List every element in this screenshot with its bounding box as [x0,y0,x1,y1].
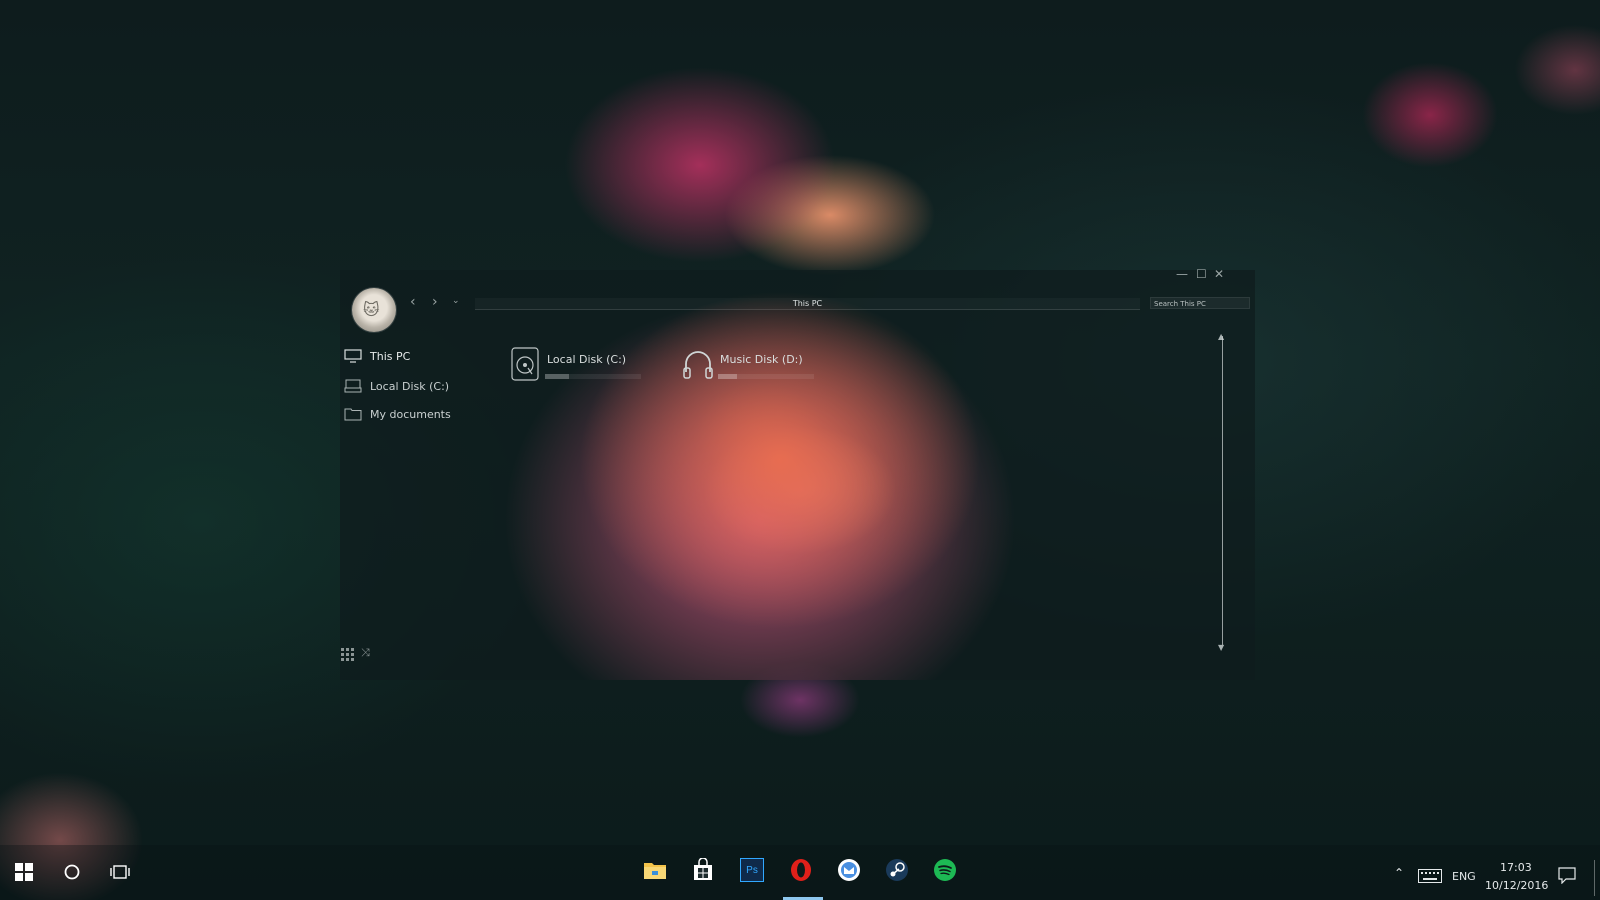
spotify-icon [934,859,956,881]
sidebar-item-label: This PC [370,349,411,363]
sidebar-item-label: Local Disk (C:) [370,379,450,393]
taskbar-steam[interactable] [879,852,915,888]
folder-icon [344,407,362,421]
taskbar-file-explorer[interactable] [637,852,673,888]
keyboard-icon [1418,869,1442,883]
search-input[interactable]: Search This PC [1150,297,1250,309]
drive-usage-bar [545,374,641,379]
cortana-circle-icon [64,864,80,880]
drive-label: Local Disk (C:) [547,353,627,366]
sidebar-item-local-disk[interactable]: Local Disk (C:) [344,376,449,396]
recent-locations-chevron-icon[interactable]: ⌄ [452,296,460,306]
file-explorer-window: 🐱 ‹ › ⌄ This PC Search This PC — ☐ ✕ Thi… [340,267,1255,680]
store-icon [694,858,712,880]
input-language[interactable]: ENG [1452,870,1476,883]
taskbar-store[interactable] [685,852,721,888]
drive-usage-bar [718,374,814,379]
maximize-button[interactable]: ☐ [1196,267,1207,281]
close-button[interactable]: ✕ [1214,267,1224,281]
cortana-button[interactable] [52,852,92,892]
monitor-icon [344,349,362,363]
opera-icon [791,859,811,881]
windows-logo-icon [15,863,33,881]
user-avatar[interactable]: 🐱 [352,288,396,332]
drive-tile-music-disk[interactable]: Music Disk (D:) [682,346,814,388]
taskbar-opera[interactable] [783,852,819,888]
notification-icon [1558,867,1576,885]
gmail-icon [838,859,860,881]
shuffle-icon[interactable]: ⤨ [361,646,370,660]
drive-icon [344,379,362,393]
file-explorer-icon [644,863,666,879]
show-desktop-button[interactable] [1594,860,1595,896]
minimize-button[interactable]: — [1176,267,1188,281]
headphones-icon [682,346,714,382]
forward-button[interactable]: › [432,294,438,310]
start-button[interactable] [4,852,44,892]
drive-label: Music Disk (D:) [720,353,803,366]
steam-icon [886,859,908,881]
taskbar-gmail[interactable] [831,852,867,888]
hard-disk-icon [509,346,541,382]
task-view-button[interactable] [100,852,140,892]
clock-time[interactable]: 17:03 [1500,861,1532,874]
sidebar-item-my-documents[interactable]: My documents [344,404,451,424]
vertical-scrollbar[interactable] [1222,336,1223,646]
sidebar-item-label: My documents [370,407,451,421]
sidebar-item-this-pc[interactable]: This PC [344,346,410,366]
scroll-down-arrow-icon[interactable]: ▼ [1218,643,1224,652]
address-bar[interactable]: This PC [475,298,1140,310]
drive-tile-local-disk[interactable]: Local Disk (C:) [509,346,641,388]
clock-date[interactable]: 10/12/2016 [1485,879,1548,892]
back-button[interactable]: ‹ [410,294,416,310]
photoshop-label: Ps [746,864,758,876]
photoshop-icon: Ps [740,858,764,882]
cat-avatar-icon: 🐱 [363,300,380,319]
show-hidden-icons-chevron-icon[interactable]: ⌃ [1394,866,1404,880]
taskbar-spotify[interactable] [927,852,963,888]
action-center-button[interactable] [1558,867,1576,888]
taskbar-photoshop[interactable]: Ps [734,852,770,888]
grid-view-icon[interactable] [341,648,354,664]
task-view-icon [110,865,130,879]
touch-keyboard-button[interactable] [1418,868,1442,887]
